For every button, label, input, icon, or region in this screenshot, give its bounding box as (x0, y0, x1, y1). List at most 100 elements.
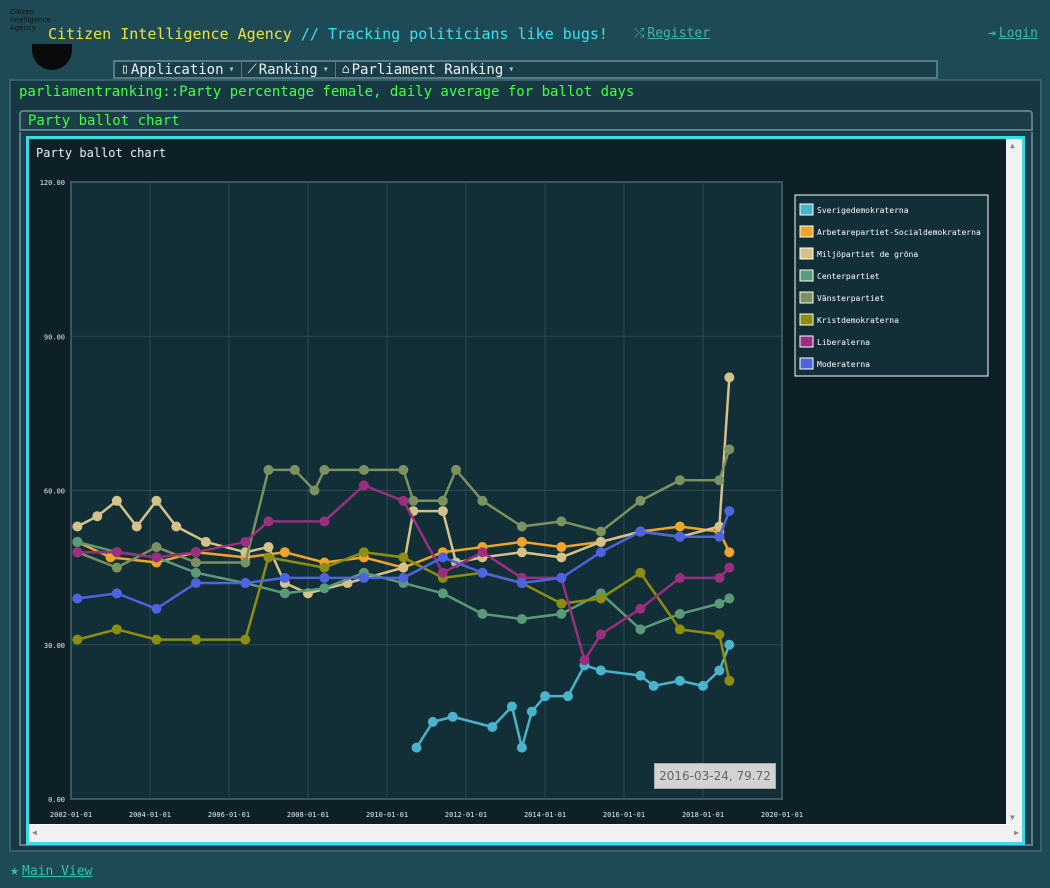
data-point (674, 475, 685, 486)
data-point (714, 598, 725, 609)
data-point (319, 572, 330, 583)
data-point (477, 547, 488, 558)
x-tick-label: 2016-01-01 (603, 811, 645, 819)
data-point (319, 562, 330, 573)
panel-header: Party ballot chart (19, 110, 1033, 131)
x-tick-label: 2002-01-01 (50, 811, 92, 819)
data-point (240, 578, 251, 589)
data-point (408, 495, 419, 506)
data-point (595, 526, 606, 537)
scroll-right-icon[interactable]: ▶ (1014, 828, 1019, 837)
x-tick-label: 2014-01-01 (524, 811, 566, 819)
data-point (724, 593, 735, 604)
data-point (111, 547, 122, 558)
agency-logo[interactable]: Citizen Intelligence Agency (6, 8, 72, 70)
data-point (724, 506, 735, 517)
data-point (556, 516, 567, 527)
login-link[interactable]: ⇥ Login (988, 26, 1038, 41)
data-point (151, 542, 162, 553)
chart-tooltip: 2016-03-24, 79.72 (654, 763, 776, 789)
menu-ranking[interactable]: ⟋ Ranking ▾ (242, 61, 336, 78)
chevron-down-icon: ▾ (322, 64, 329, 75)
data-point (263, 464, 274, 475)
data-point (635, 567, 646, 578)
horizontal-scrollbar[interactable]: ◀ ▶ (29, 825, 1022, 842)
data-point (279, 588, 290, 599)
data-point (526, 706, 537, 717)
data-point (437, 588, 448, 599)
data-point (358, 547, 369, 558)
data-point (516, 521, 527, 532)
data-point (714, 572, 725, 583)
legend-label: Centerpartiet (817, 272, 880, 281)
data-point (724, 444, 735, 455)
data-point (263, 516, 274, 527)
scroll-down-icon[interactable]: ▼ (1010, 813, 1015, 822)
data-point (714, 665, 725, 676)
data-point (635, 495, 646, 506)
mobile-icon: ▯ (121, 62, 129, 77)
legend-swatch (799, 247, 814, 260)
login-label: Login (998, 26, 1038, 41)
data-point (398, 552, 409, 563)
data-point (263, 542, 274, 553)
y-tick-label: 90.00 (44, 333, 65, 341)
data-point (595, 593, 606, 604)
chart-svg: 0.00 30.00 60.00 90.00 120.00 2002-01-01 2004-… (40, 179, 989, 819)
star-icon: ★ (10, 861, 20, 879)
menu-ranking-label: Ranking (258, 61, 318, 78)
data-point (151, 634, 162, 645)
line-chart-icon: ⟋ (247, 62, 257, 77)
scroll-left-icon[interactable]: ◀ (32, 828, 37, 837)
data-point (516, 742, 527, 753)
menu-parliament-ranking[interactable]: ⌂ Parliament Ranking ▾ (336, 62, 521, 78)
data-point (279, 547, 290, 558)
data-point (674, 675, 685, 686)
data-point (635, 670, 646, 681)
x-tick-label: 2012-01-01 (445, 811, 487, 819)
y-tick-label: 30.00 (44, 642, 65, 650)
data-point (635, 526, 646, 537)
data-point (595, 547, 606, 558)
data-point (714, 629, 725, 640)
data-point (358, 572, 369, 583)
data-point (556, 608, 567, 619)
data-point (595, 629, 606, 640)
data-point (724, 639, 735, 650)
legend-swatch (799, 335, 814, 348)
data-point (674, 608, 685, 619)
sign-in-icon: ⇥ (988, 26, 996, 41)
register-label: Register (647, 26, 711, 41)
data-point (279, 572, 290, 583)
data-point (151, 495, 162, 506)
bug-icon (32, 44, 72, 70)
main-view-link[interactable]: Main View (22, 864, 92, 879)
x-tick-label: 2008-01-01 (287, 811, 329, 819)
logo-text: Citizen Intelligence Agency (10, 8, 51, 32)
data-point (190, 578, 201, 589)
data-point (398, 495, 409, 506)
data-point (190, 557, 201, 568)
register-link[interactable]: ⤮ Register (634, 26, 710, 41)
data-point (398, 572, 409, 583)
data-point (556, 572, 567, 583)
legend-swatch (799, 203, 814, 216)
main-menubar: ▯ Application ▾ ⟋ Ranking ▾ ⌂ Parliament… (113, 60, 938, 79)
institution-icon: ⌂ (341, 62, 350, 77)
x-tick-label: 2020-01-01 (761, 811, 803, 819)
menu-application[interactable]: ▯ Application ▾ (115, 62, 242, 78)
data-point (556, 598, 567, 609)
scroll-up-icon[interactable]: ▲ (1010, 141, 1015, 150)
vertical-scrollbar[interactable]: ▲ ▼ (1006, 139, 1022, 824)
data-point (540, 691, 551, 702)
data-point (190, 634, 201, 645)
legend-label: Kristdemokraterna (817, 316, 899, 325)
data-point (437, 552, 448, 563)
page-title: parliamentranking::Party percentage fema… (19, 84, 635, 100)
chart-legend (794, 194, 989, 377)
data-point (556, 542, 567, 553)
data-point (111, 495, 122, 506)
data-point (714, 531, 725, 542)
y-tick-label: 0.00 (48, 796, 65, 804)
data-point (92, 511, 103, 522)
